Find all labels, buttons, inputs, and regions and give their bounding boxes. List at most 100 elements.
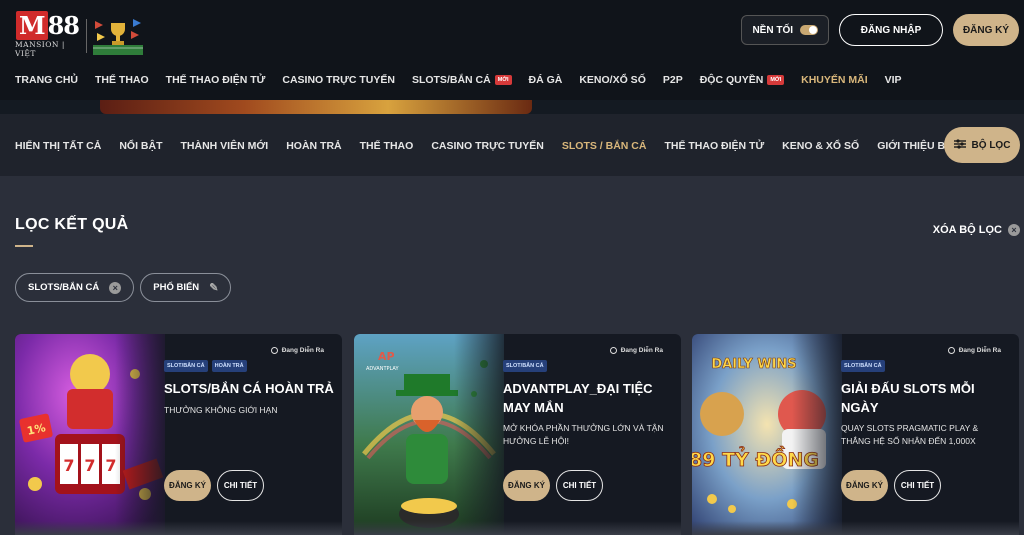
svg-text:7: 7: [63, 456, 74, 475]
nav-item-label: P2P: [662, 74, 683, 86]
new-badge: MỚI: [494, 75, 512, 85]
tab-esports[interactable]: THỂ THAO ĐIỆN TỬ: [664, 140, 764, 152]
card-description: THƯỞNG KHÔNG GIỚI HẠN: [164, 405, 278, 415]
logo-subtitle: MANSION | VIỆT: [15, 40, 65, 58]
promo-card: AP ADVANTPLAY Đang Diễn Ra SLOT/BẮN CÁ A…: [354, 334, 681, 535]
card-bottom-shade: [354, 521, 681, 535]
card-bottom-shade: [15, 521, 342, 535]
tab-sports[interactable]: THỂ THAO: [360, 140, 414, 152]
filter-button[interactable]: BỘ LỌC: [944, 127, 1020, 163]
promo-card: DAILY WINS 89 TỶ ĐỒNG Đang Diễn Ra SLOT/…: [692, 334, 1019, 535]
tab-show-all[interactable]: HIỂN THỊ TẤT CẢ: [15, 140, 101, 152]
active-filter-chips: SLOTS/BẮN CÁ × PHỔ BIẾN ✎: [15, 273, 232, 302]
card-register-button[interactable]: ĐĂNG KÝ: [841, 470, 888, 501]
card-tags: SLOT/BẮN CÁ HOÀN TRẢ: [164, 360, 247, 372]
tag-badge: SLOT/BẮN CÁ: [841, 360, 885, 372]
tab-casino[interactable]: CASINO TRỰC TUYẾN: [431, 140, 544, 152]
status-indicator: Đang Diễn Ra: [270, 347, 324, 354]
promo-banner-strip: [0, 100, 1024, 114]
header-actions: NỀN TỐI ĐĂNG NHẬP ĐĂNG KÝ: [741, 14, 1019, 46]
nav-item-label: KHUYẾN MÃI: [801, 74, 868, 86]
m88-logo[interactable]: M 88 MANSION | VIỆT: [15, 11, 143, 58]
toggle-switch-icon[interactable]: [800, 25, 818, 35]
art-title: DAILY WINS: [711, 357, 796, 372]
card-description: MỞ KHÓA PHẦN THƯỞNG LỚN VÀ TẬN HƯỞNG LỄ …: [503, 423, 664, 446]
card-description: QUAY SLOTS PRAGMATIC PLAY & THẮNG HỆ SỐ …: [841, 423, 979, 446]
logo-wordmark: M 88 MANSION | VIỆT: [15, 11, 80, 58]
card-title: SLOTS/BẮN CÁ HOÀN TRẢ: [164, 381, 334, 396]
nav-item-esports[interactable]: THỂ THAO ĐIỆN TỬ: [166, 74, 266, 86]
tab-featured[interactable]: NỔI BẬT: [119, 140, 162, 152]
nav-item-promotions[interactable]: KHUYẾN MÃI: [801, 74, 868, 86]
sliders-icon: [953, 138, 966, 152]
trophy-icon: [93, 17, 143, 55]
provider-name: ADVANTPLAY: [366, 366, 399, 372]
nav-item-label: THỂ THAO: [95, 74, 149, 86]
live-icon: [609, 347, 617, 354]
card-bottom-shade: [692, 521, 1019, 535]
card-tags: SLOT/BẮN CÁ: [841, 360, 885, 372]
card-actions: ĐĂNG KÝ CHI TIẾT: [841, 470, 941, 501]
promo-filter-bar: HIỂN THỊ TẤT CẢ NỔI BẬT THÀNH VIÊN MỚI H…: [0, 114, 1024, 176]
nav-item-keno[interactable]: KENO/XỔ SỐ: [579, 74, 646, 86]
nav-item-slots[interactable]: SLOTS/BẮN CÁ MỚI: [412, 74, 512, 86]
nav-item-vip[interactable]: VIP: [885, 74, 902, 86]
logo-text: M 88: [16, 11, 80, 40]
live-icon: [270, 347, 278, 354]
status-label: Đang Diễn Ra: [958, 347, 1001, 354]
nav-item-exclusive[interactable]: ĐỘC QUYỀN MỚI: [700, 74, 785, 86]
login-button[interactable]: ĐĂNG NHẬP: [839, 14, 943, 46]
card-title: GIẢI ĐẤU SLOTS MỖI NGÀY: [841, 381, 975, 415]
chip-label: SLOTS/BẮN CÁ: [28, 282, 100, 293]
banner-image: [100, 100, 532, 114]
register-button[interactable]: ĐĂNG KÝ: [953, 14, 1019, 46]
close-icon: ×: [1008, 224, 1020, 236]
main-navigation: TRANG CHỦ THỂ THAO THỂ THAO ĐIỆN TỬ CASI…: [15, 74, 902, 86]
logo-divider: [86, 19, 87, 53]
tag-badge: HOÀN TRẢ: [211, 360, 247, 372]
tab-slots[interactable]: SLOTS / BẮN CÁ: [562, 140, 647, 152]
card-details-button[interactable]: CHI TIẾT: [556, 470, 603, 501]
promo-card: 7 7 7 1% Đang Diễn Ra SLOT/BẮN CÁ HOÀN T…: [15, 334, 342, 535]
card-details-button[interactable]: CHI TIẾT: [217, 470, 264, 501]
clear-filter-button[interactable]: XÓA BỘ LỌC ×: [933, 224, 1020, 236]
card-register-button[interactable]: ĐĂNG KÝ: [503, 470, 550, 501]
nav-item-p2p[interactable]: P2P: [663, 74, 683, 86]
nav-item-sports[interactable]: THỂ THAO: [95, 74, 149, 86]
tab-new-members[interactable]: THÀNH VIÊN MỚI: [181, 140, 269, 152]
filter-chip-slots[interactable]: SLOTS/BẮN CÁ ×: [15, 273, 135, 302]
category-tabs: HIỂN THỊ TẤT CẢ NỔI BẬT THÀNH VIÊN MỚI H…: [15, 140, 990, 152]
site-header: M 88 MANSION | VIỆT NỀN TỐI ĐĂNG NHẬP ĐĂN…: [0, 0, 1024, 100]
nav-item-label: CASINO TRỰC TUYẾN: [282, 74, 395, 86]
status-indicator: Đang Diễn Ra: [609, 347, 663, 354]
nav-item-label: KENO/XỔ SỐ: [579, 74, 646, 86]
nav-item-label: SLOTS/BẮN CÁ: [411, 74, 491, 86]
dark-mode-label: NỀN TỐI: [752, 24, 793, 36]
nav-item-casino[interactable]: CASINO TRỰC TUYẾN: [282, 74, 395, 86]
card-actions: ĐĂNG KÝ CHI TIẾT: [503, 470, 603, 501]
status-label: Đang Diễn Ra: [620, 347, 663, 354]
filter-button-label: BỘ LỌC: [971, 139, 1011, 151]
card-register-button[interactable]: ĐĂNG KÝ: [164, 470, 211, 501]
remove-chip-icon[interactable]: ×: [109, 281, 122, 294]
nav-item-label: VIP: [884, 74, 902, 86]
tag-badge: SLOT/BẮN CÁ: [164, 360, 208, 372]
clear-filter-label: XÓA BỘ LỌC: [932, 224, 1002, 236]
title-underline: [15, 245, 33, 247]
nav-item-label: ĐÁ GÀ: [528, 74, 563, 86]
tag-badge: SLOT/BẮN CÁ: [503, 360, 547, 372]
edit-icon[interactable]: ✎: [209, 281, 218, 294]
dark-mode-toggle[interactable]: NỀN TỐI: [741, 15, 829, 45]
nav-item-cockfight[interactable]: ĐÁ GÀ: [529, 74, 563, 86]
tab-keno[interactable]: KENO & XỔ SỐ: [782, 140, 859, 152]
svg-text:7: 7: [84, 456, 95, 475]
new-badge: MỚI: [767, 75, 785, 85]
status-label: Đang Diễn Ra: [281, 347, 324, 354]
card-actions: ĐĂNG KÝ CHI TIẾT: [164, 470, 264, 501]
nav-item-label: TRANG CHỦ: [15, 74, 78, 86]
tab-rebate[interactable]: HOÀN TRẢ: [286, 140, 341, 152]
nav-item-home[interactable]: TRANG CHỦ: [15, 74, 78, 86]
card-details-button[interactable]: CHI TIẾT: [894, 470, 941, 501]
sort-chip-popular[interactable]: PHỔ BIẾN ✎: [140, 273, 232, 302]
live-icon: [947, 347, 955, 354]
